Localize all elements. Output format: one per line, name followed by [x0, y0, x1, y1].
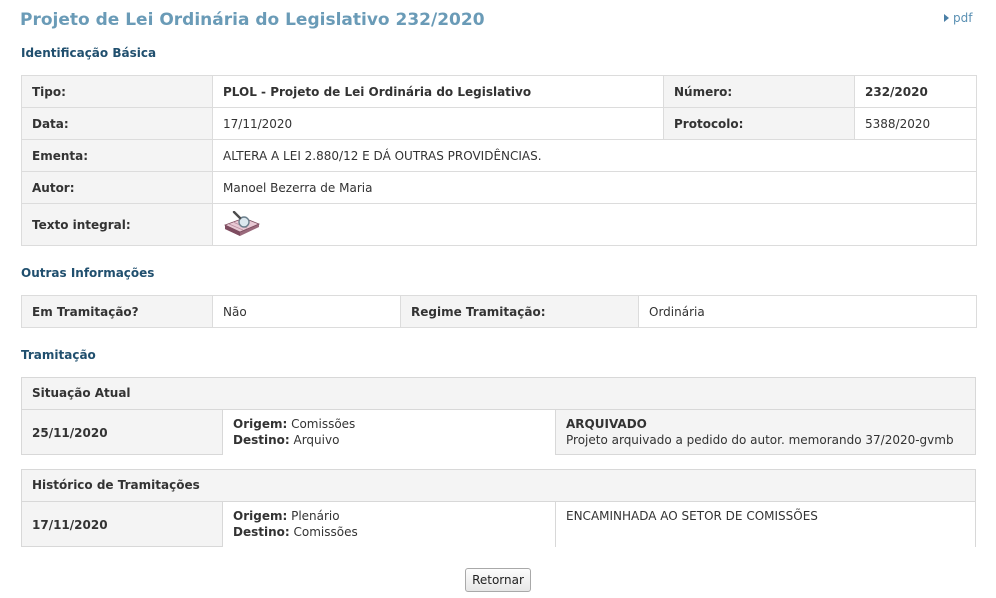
- numero-label: Número:: [663, 75, 855, 108]
- situacao-atual-heading: Situação Atual: [22, 378, 975, 410]
- origem-value: Plenário: [287, 509, 340, 523]
- section-identificacao: Identificação Básica: [21, 46, 157, 60]
- texto-integral-label: Texto integral:: [21, 203, 213, 246]
- identificacao-table: Tipo: PLOL - Projeto de Lei Ordinária do…: [21, 75, 977, 246]
- autor-value: Manoel Bezerra de Maria: [212, 171, 977, 204]
- pdf-link[interactable]: pdf: [944, 11, 972, 25]
- situacao-atual-route: Origem: Comissões Destino: Arquivo: [223, 410, 556, 455]
- section-outras-informacoes: Outras Informações: [21, 266, 155, 280]
- caret-right-icon: [944, 14, 949, 22]
- destino-value: Comissões: [289, 525, 358, 539]
- situacao-atual-date: 25/11/2020: [22, 410, 223, 455]
- tipo-label: Tipo:: [21, 75, 213, 108]
- em-tramitacao-value: Não: [212, 295, 401, 328]
- autor-label: Autor:: [21, 171, 213, 204]
- historico-route: Origem: Plenário Destino: Comissões: [223, 502, 556, 547]
- numero-value: 232/2020: [854, 75, 977, 108]
- origem-label: Origem:: [233, 509, 288, 523]
- situacao-atual-panel: Situação Atual 25/11/2020 Origem: Comiss…: [21, 377, 976, 455]
- book-search-icon: [223, 210, 261, 236]
- section-tramitacao: Tramitação: [21, 348, 96, 362]
- destino-label: Destino:: [233, 525, 290, 539]
- origem-value: Comissões: [287, 417, 356, 431]
- historico-panel: Histórico de Tramitações 17/11/2020 Orig…: [21, 469, 976, 547]
- historico-description: ENCAMINHADA AO SETOR DE COMISSÕES: [556, 502, 975, 547]
- tipo-value: PLOL - Projeto de Lei Ordinária do Legis…: [212, 75, 664, 108]
- protocolo-value: 5388/2020: [854, 107, 977, 140]
- texto-integral-link[interactable]: [223, 210, 261, 236]
- em-tramitacao-label: Em Tramitação?: [21, 295, 213, 328]
- destino-label: Destino:: [233, 433, 290, 447]
- destino-value: Arquivo: [289, 433, 340, 447]
- historico-date: 17/11/2020: [22, 502, 223, 547]
- historico-heading: Histórico de Tramitações: [22, 470, 975, 502]
- texto-integral-cell: [212, 203, 977, 246]
- page-title: Projeto de Lei Ordinária do Legislativo …: [20, 10, 485, 30]
- retornar-button[interactable]: Retornar: [465, 568, 531, 592]
- outras-table: Em Tramitação? Não Regime Tramitação: Or…: [21, 295, 977, 328]
- data-value: 17/11/2020: [212, 107, 664, 140]
- data-label: Data:: [21, 107, 213, 140]
- origem-label: Origem:: [233, 417, 288, 431]
- situacao-atual-status: ARQUIVADO Projeto arquivado a pedido do …: [556, 410, 975, 455]
- regime-label: Regime Tramitação:: [400, 295, 639, 328]
- protocolo-label: Protocolo:: [663, 107, 855, 140]
- ementa-value: ALTERA A LEI 2.880/12 E DÁ OUTRAS PROVID…: [212, 139, 977, 172]
- pdf-link-label: pdf: [953, 11, 973, 25]
- ementa-label: Ementa:: [21, 139, 213, 172]
- status-title: ARQUIVADO: [566, 417, 647, 431]
- status-description: Projeto arquivado a pedido do autor. mem…: [566, 433, 954, 447]
- regime-value: Ordinária: [638, 295, 977, 328]
